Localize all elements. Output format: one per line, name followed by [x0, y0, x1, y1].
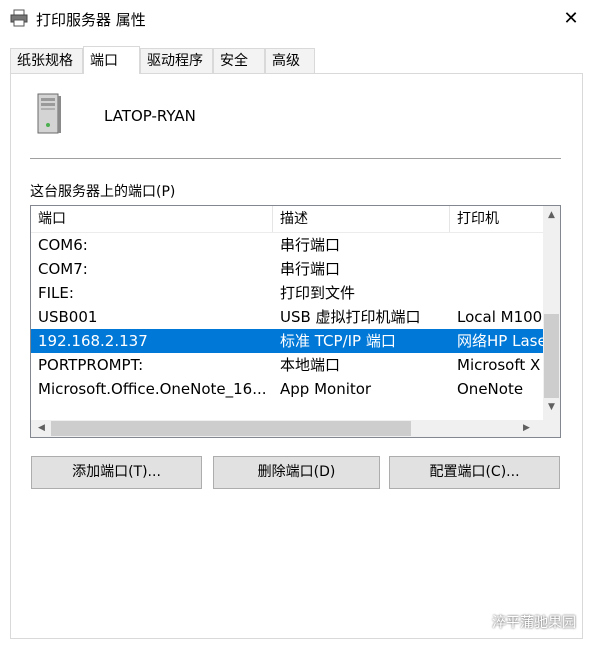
horizontal-scroll-thumb[interactable]	[51, 421, 411, 436]
port-cell: COM7:	[38, 260, 88, 278]
ports-list[interactable]: 端口 描述 打印机 COM6: 串行端口 COM7: 串行端口 FILE: 打印…	[30, 205, 561, 438]
printer-icon	[10, 9, 28, 27]
window-title: 打印服务器 属性	[36, 11, 146, 29]
description-cell: 串行端口	[280, 236, 341, 254]
add-port-button[interactable]: 添加端口(T)...	[31, 456, 202, 489]
title-bar: 打印服务器 属性 ✕	[0, 0, 594, 36]
scroll-up-arrow-icon[interactable]: ▲	[543, 210, 560, 220]
port-cell: Microsoft.Office.OneNote_16...	[38, 380, 267, 398]
table-row[interactable]: USB001 USB 虚拟打印机端口 Local M100	[31, 305, 543, 329]
ports-list-label: 这台服务器上的端口(P)	[30, 184, 176, 200]
tab-strip: 纸张规格 端口 驱动程序 安全 高级	[10, 46, 570, 74]
port-cell: PORTPROMPT:	[38, 356, 144, 374]
vertical-scroll-thumb[interactable]	[544, 314, 559, 398]
table-row[interactable]: COM7: 串行端口	[31, 257, 543, 281]
scroll-corner	[543, 420, 560, 437]
table-row[interactable]: FILE: 打印到文件	[31, 281, 543, 305]
scroll-left-arrow-icon[interactable]: ◀	[33, 423, 50, 433]
tab-drivers[interactable]: 驱动程序	[140, 48, 213, 73]
ports-list-header: 端口 描述 打印机	[31, 206, 543, 233]
horizontal-scrollbar[interactable]: ◀ ▶	[31, 420, 543, 437]
port-cell: FILE:	[38, 284, 74, 302]
close-icon: ✕	[563, 7, 579, 29]
printer-cell: Local M100	[457, 308, 543, 326]
column-header-printer[interactable]: 打印机	[450, 206, 543, 232]
vertical-scrollbar[interactable]: ▲ ▼	[543, 206, 560, 420]
printer-cell: 网络HP Lase	[457, 332, 543, 350]
printer-cell: OneNote	[457, 380, 524, 398]
description-cell: 串行端口	[280, 260, 341, 278]
tab-paper-sizes[interactable]: 纸张规格	[10, 48, 83, 73]
table-row-selected[interactable]: 192.168.2.137 标准 TCP/IP 端口 网络HP Lase	[31, 329, 543, 353]
table-row[interactable]: COM6: 串行端口	[31, 233, 543, 257]
printer-cell	[450, 257, 543, 281]
tab-ports[interactable]: 端口	[83, 46, 140, 74]
table-row[interactable]: Microsoft.Office.OneNote_16... App Monit…	[31, 377, 543, 401]
description-cell: App Monitor	[280, 380, 372, 398]
watermark-text: 淬平蒲驰果园	[492, 615, 576, 631]
section-divider	[30, 158, 561, 160]
port-cell: 192.168.2.137	[38, 332, 148, 350]
server-name: LATOP-RYAN	[104, 107, 196, 125]
description-cell: 打印到文件	[280, 284, 356, 302]
server-tower-icon	[37, 93, 61, 134]
column-header-description[interactable]: 描述	[273, 206, 450, 232]
column-header-port[interactable]: 端口	[31, 206, 273, 232]
configure-port-button[interactable]: 配置端口(C)...	[389, 456, 560, 489]
tab-security[interactable]: 安全	[213, 48, 265, 73]
printer-cell	[450, 281, 543, 305]
wechat-icon	[467, 615, 485, 629]
table-row[interactable]: PORTPROMPT: 本地端口 Microsoft X	[31, 353, 543, 377]
printer-cell: Microsoft X	[457, 356, 541, 374]
port-cell: COM6:	[38, 236, 88, 254]
scroll-down-arrow-icon[interactable]: ▼	[543, 402, 560, 412]
description-cell: 标准 TCP/IP 端口	[280, 332, 396, 350]
tab-advanced[interactable]: 高级	[265, 48, 315, 73]
scroll-right-arrow-icon[interactable]: ▶	[518, 423, 535, 433]
printer-cell	[450, 233, 543, 257]
description-cell: USB 虚拟打印机端口	[280, 308, 421, 326]
close-button[interactable]: ✕	[548, 0, 594, 36]
port-cell: USB001	[38, 308, 98, 326]
description-cell: 本地端口	[280, 356, 341, 374]
delete-port-button[interactable]: 删除端口(D)	[213, 456, 380, 489]
